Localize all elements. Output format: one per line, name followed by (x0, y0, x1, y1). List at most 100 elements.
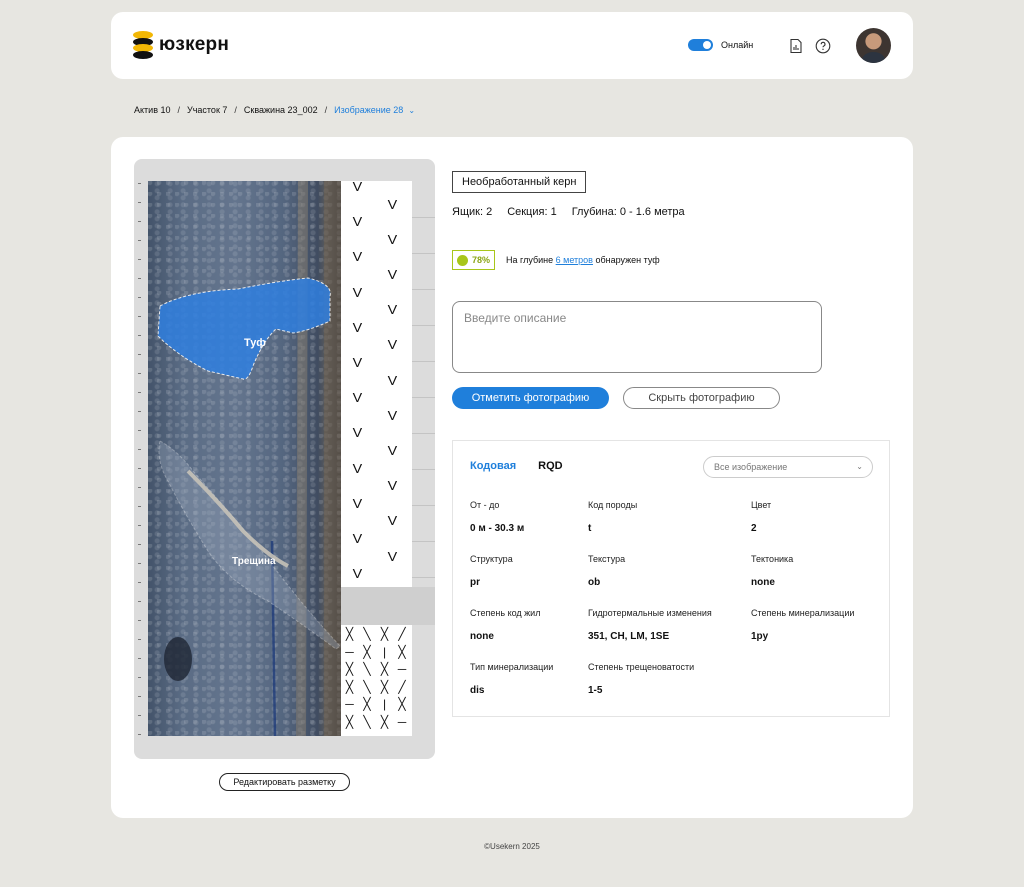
logo-text: юзкерн (159, 34, 230, 55)
core-photo: Туф Трещина (148, 181, 341, 736)
detail-field-value: ob (588, 577, 601, 588)
tuf-pattern-mark: V (387, 513, 398, 529)
detail-field-value: 0 м - 30.3 м (470, 523, 525, 534)
online-toggle[interactable]: Онлайн (688, 39, 753, 51)
ruler-tick (138, 316, 141, 317)
ruler-tick (138, 240, 141, 241)
status-dot-icon (457, 254, 468, 266)
core-meta: Ящик: 2 Секция: 1 Глубина: 0 - 1.6 метра (452, 206, 685, 218)
detail-field: Степень код жил none (470, 608, 540, 642)
lithology-column-crack: ╳ ╲ ╳ ╱ ─ ╳ | ╳ ╳ ╲ ╳ ─ ╳ ╲ ╳ ╱ ─ ╳ | ╳ ╳ ╲ ╳ ─ (341, 625, 412, 736)
ruler-tick (138, 297, 141, 298)
alert-text: На глубине 6 метров обнаружен туф (506, 255, 660, 265)
crack-label: Трещина (232, 556, 276, 567)
crack-pattern-mark: ╳ (363, 644, 371, 659)
ruler-tick (138, 734, 141, 735)
box-number: Ящик: 2 (452, 206, 493, 218)
tuf-pattern-mark: V (352, 425, 363, 441)
select-value: Все изображение (714, 462, 788, 472)
grid-line (412, 361, 435, 362)
avatar[interactable] (856, 28, 891, 63)
breadcrumb-separator: / (234, 105, 237, 115)
chevron-down-icon[interactable]: ⌄ (408, 106, 415, 115)
grid-line (412, 253, 435, 254)
ruler-tick (138, 696, 141, 697)
tuf-pattern-mark: V (352, 179, 363, 194)
ruler-tick (138, 639, 141, 640)
detail-field-value: pr (470, 577, 480, 588)
ruler-tick (138, 335, 141, 336)
logo[interactable]: юзкерн (133, 30, 229, 60)
ruler-tick (138, 278, 141, 279)
details-tabs: Кодовая RQD (470, 460, 563, 472)
detail-field-value: t (588, 523, 592, 534)
core-image-panel: Туф Трещина VVVVVVVVVVVVVVVVVVVVVVVV ╳╲╳… (134, 159, 435, 759)
grid-line (412, 505, 435, 506)
ruler-tick (138, 354, 141, 355)
detail-field-label: Код породы (588, 500, 638, 510)
help-icon[interactable] (815, 38, 831, 54)
tab-codes[interactable]: Кодовая (470, 460, 516, 472)
hide-photo-button[interactable]: Скрыть фотографию (623, 387, 780, 409)
ruler-tick (138, 658, 141, 659)
grid-line (412, 433, 435, 434)
detail-field-label: Степень минерализации (751, 608, 855, 618)
crack-pattern-mark: ─ (397, 662, 407, 676)
ruler-tick (138, 202, 141, 203)
image-scope-select[interactable]: Все изображение ⌄ (703, 456, 873, 478)
mark-photo-button[interactable]: Отметить фотографию (452, 387, 609, 409)
tuf-pattern-mark: V (387, 267, 398, 282)
depth-link[interactable]: 6 метров (556, 255, 593, 265)
confidence-badge: 78% (452, 250, 496, 270)
tab-rqd[interactable]: RQD (538, 460, 562, 472)
ruler-tick (138, 544, 141, 545)
grid-line (412, 217, 435, 218)
footer-copyright: ©Usekern 2025 (484, 842, 540, 851)
ruler-tick (138, 430, 141, 431)
breadcrumb-separator: / (324, 105, 328, 115)
breadcrumb-item[interactable]: Актив 10 (134, 105, 170, 115)
detail-field: Степень трещеноватости 1-5 (588, 662, 694, 696)
breadcrumb-separator: / (177, 105, 180, 115)
detail-field: Гидротермальные изменения 351, CH, LM, 1S… (588, 608, 712, 642)
ruler-tick (138, 373, 141, 374)
lithology-column-tuf: VVVVVVVVVVVVVVVVVVVVVVVV (341, 179, 412, 599)
tuf-pattern-mark: V (352, 495, 363, 511)
ruler-tick (138, 582, 141, 583)
main-card: Туф Трещина VVVVVVVVVVVVVVVVVVVVVVVV ╳╲╳… (111, 137, 913, 818)
detail-field: Степень минерализации 1py (751, 608, 854, 642)
grid-line (412, 541, 435, 542)
tuf-pattern-mark: V (387, 196, 398, 212)
tuf-pattern-mark: V (387, 478, 398, 494)
detail-field: Тектоника none (751, 554, 793, 588)
online-label: Онлайн (721, 40, 754, 50)
detail-field-label: Гидротермальные изменения (588, 608, 712, 618)
tuf-pattern-mark: V (352, 214, 363, 230)
crack-pattern-mark: ╱ (398, 627, 406, 641)
detail-field: От - до 0 м - 30.3 м (470, 500, 524, 534)
ruler-tick (138, 677, 141, 678)
ruler-tick (138, 411, 141, 412)
breadcrumb-item[interactable]: Скважина 23_002 (244, 105, 318, 115)
detail-field-value: none (470, 631, 494, 642)
toggle-switch[interactable] (688, 39, 713, 51)
ruler-tick (138, 601, 141, 602)
grid-line (412, 289, 435, 290)
report-icon[interactable] (788, 38, 804, 54)
tuf-pattern-mark: V (387, 302, 398, 318)
edit-markup-button[interactable]: Редактировать разметку (219, 773, 350, 791)
breadcrumb-item[interactable]: Участок 7 (187, 105, 227, 115)
crack-pattern-mark: ─ (345, 697, 354, 711)
ruler-tick (138, 183, 141, 184)
ruler-tick (138, 392, 141, 393)
crack-pattern-mark: | (382, 697, 387, 711)
description-input[interactable] (452, 301, 822, 373)
core-status-tag: Необработанный керн (452, 171, 587, 193)
ruler-tick (138, 563, 141, 564)
detail-field-label: Степень код жил (470, 608, 541, 618)
breadcrumb-current[interactable]: Изображение 28 (334, 105, 403, 115)
detail-field-value: 1-5 (588, 685, 603, 696)
tuf-pattern-mark: V (387, 443, 398, 458)
detail-field-label: От - до (470, 500, 500, 510)
tuf-pattern-mark: V (352, 319, 363, 335)
